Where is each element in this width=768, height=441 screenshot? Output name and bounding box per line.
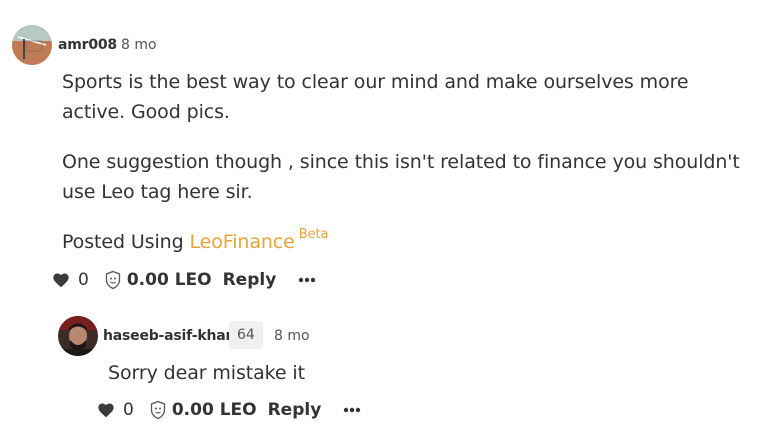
reply-time[interactable]: 8 mo bbox=[274, 328, 310, 344]
reputation-badge: 64 bbox=[229, 321, 263, 349]
reply-more-options-button[interactable] bbox=[343, 407, 361, 413]
beta-badge: Beta bbox=[298, 227, 329, 242]
heart-icon bbox=[53, 273, 69, 288]
ellipsis-icon bbox=[299, 277, 316, 283]
reply-avatar[interactable] bbox=[58, 316, 98, 356]
reply-upvote-button[interactable] bbox=[97, 402, 115, 418]
heart-icon bbox=[98, 403, 114, 418]
comment-author[interactable]: amr008 bbox=[58, 37, 117, 53]
posted-using-label: Posted Using bbox=[62, 231, 184, 253]
upvote-button[interactable] bbox=[52, 272, 70, 288]
leo-lion-icon bbox=[105, 270, 120, 290]
reply-payout-amount: 0.00 LEO bbox=[171, 400, 257, 420]
reply-reply-button[interactable]: Reply bbox=[268, 400, 322, 420]
ellipsis-icon bbox=[344, 407, 361, 413]
payout-amount: 0.00 LEO bbox=[126, 270, 212, 290]
posted-using-line: Posted Using LeoFinance Beta bbox=[62, 227, 562, 260]
leo-lion-icon bbox=[150, 400, 165, 420]
comment-paragraph-1: Sports is the best way to clear our mind… bbox=[62, 71, 689, 123]
leofinance-link[interactable]: LeoFinance bbox=[189, 231, 294, 253]
avatar[interactable] bbox=[12, 25, 52, 65]
reply-author[interactable]: haseeb-asif-khan bbox=[103, 328, 235, 344]
reply-actions: 0 0.00 LEO Reply bbox=[97, 398, 361, 422]
comment-paragraph-2: One suggestion though , since this isn't… bbox=[62, 151, 740, 203]
comment-actions: 0 0.00 LEO Reply bbox=[52, 268, 316, 292]
comment-time[interactable]: 8 mo bbox=[121, 37, 157, 53]
reply-text: Sorry dear mistake it bbox=[108, 362, 305, 384]
vote-count: 0 bbox=[78, 270, 89, 290]
more-options-button[interactable] bbox=[298, 277, 316, 283]
reply-button[interactable]: Reply bbox=[223, 270, 277, 290]
reply-vote-count: 0 bbox=[123, 400, 134, 420]
reply-payout[interactable]: 0.00 LEO bbox=[148, 400, 257, 420]
payout[interactable]: 0.00 LEO bbox=[103, 270, 212, 290]
